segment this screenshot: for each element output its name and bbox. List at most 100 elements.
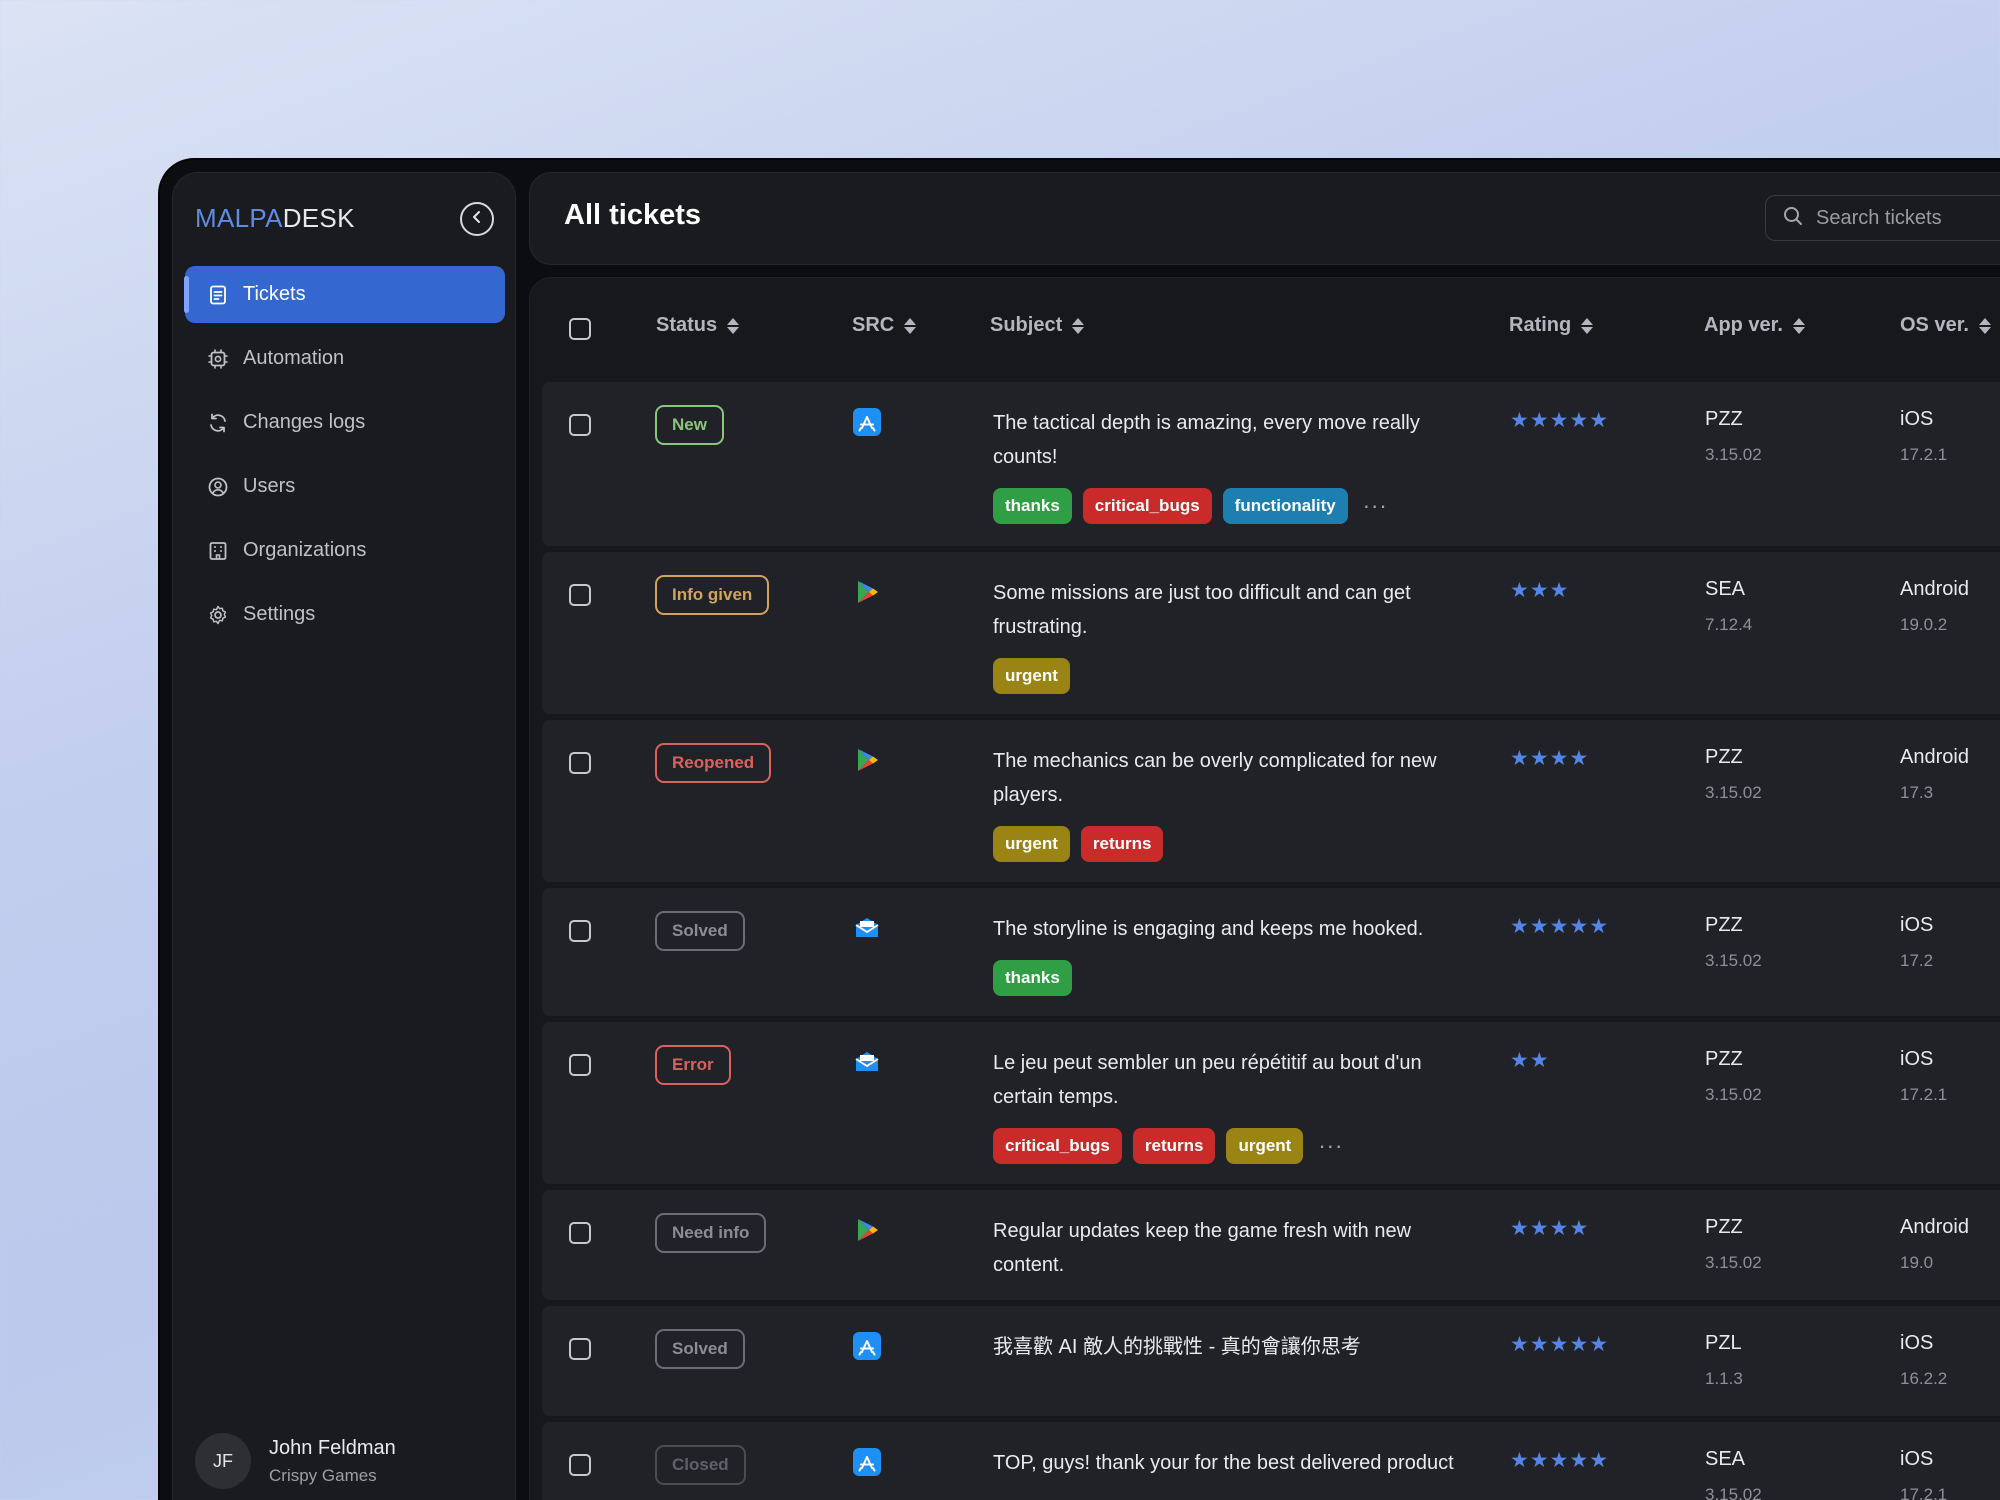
sidebar-item-label: Automation — [243, 347, 345, 369]
refresh-icon — [207, 412, 229, 434]
star-rating: ★★★★★ — [1510, 1333, 1610, 1356]
google-play-icon — [853, 578, 881, 606]
ticket-subject: Regular updates keep the game fresh with… — [993, 1220, 1412, 1276]
tag[interactable]: functionality — [1222, 488, 1348, 524]
search-icon — [1782, 205, 1804, 232]
tag-list: thanks critical_bugs functionality ··· — [993, 488, 1388, 524]
gear-icon — [207, 604, 229, 626]
sidebar-item-settings[interactable]: Settings — [185, 586, 505, 643]
app-store-icon — [853, 1448, 881, 1476]
user-organization: Crispy Games — [269, 1465, 377, 1485]
table-row[interactable]: Solved 我喜歡 AI 敵人的挑戰性 - 真的會讓你思考 ★★★★★ PZL… — [542, 1306, 2000, 1416]
column-header-app-version[interactable]: App ver. — [1704, 314, 1805, 337]
star-rating: ★★★★★ — [1510, 915, 1610, 938]
column-header-subject[interactable]: Subject — [990, 314, 1085, 337]
os-version: iOS 16.2.2 — [1900, 1332, 1948, 1388]
collapse-sidebar-button[interactable] — [460, 202, 494, 236]
row-checkbox[interactable] — [569, 414, 591, 436]
ticket-subject: TOP, guys! thank your for the best deliv… — [993, 1452, 1454, 1474]
sort-icon — [904, 317, 917, 334]
sidebar-item-organizations[interactable]: Organizations — [185, 522, 505, 579]
tag[interactable]: urgent — [993, 826, 1070, 862]
google-play-icon — [853, 1216, 881, 1244]
status-badge: Need info — [655, 1213, 767, 1253]
tag[interactable]: critical_bugs — [1082, 488, 1212, 524]
ticket-subject: The tactical depth is amazing, every mov… — [993, 412, 1420, 468]
avatar: JF — [195, 1433, 251, 1489]
row-checkbox[interactable] — [569, 1338, 591, 1360]
sidebar-item-label: Tickets — [243, 283, 306, 305]
app-version: PZL 1.1.3 — [1705, 1332, 1743, 1388]
column-header-status[interactable]: Status — [656, 314, 740, 337]
more-tags-icon[interactable]: ··· — [1363, 493, 1388, 519]
ticket-icon — [207, 284, 229, 306]
app-version: PZZ 3.15.02 — [1705, 746, 1762, 802]
sidebar-item-tickets[interactable]: Tickets — [184, 266, 505, 323]
app-version: PZZ 3.15.02 — [1705, 1048, 1762, 1104]
search-input[interactable] — [1816, 206, 2000, 230]
star-rating: ★★★★ — [1510, 747, 1590, 770]
row-checkbox[interactable] — [569, 1054, 591, 1076]
sort-icon — [1978, 317, 1991, 334]
table-row[interactable]: Reopened The mechanics can be overly com… — [542, 720, 2000, 882]
sort-icon — [1792, 317, 1805, 334]
status-badge: Closed — [655, 1445, 746, 1485]
table-row[interactable]: Info given Some missions are just too di… — [542, 552, 2000, 714]
status-badge: Reopened — [655, 743, 772, 783]
tag[interactable]: urgent — [993, 658, 1070, 694]
table-row[interactable]: Need info Regular updates keep the game … — [542, 1190, 2000, 1300]
ticket-subject: Some missions are just too difficult and… — [993, 582, 1411, 638]
tag-list: urgent — [993, 658, 1081, 694]
column-header-src[interactable]: SRC — [852, 314, 917, 337]
tag[interactable]: returns — [1132, 1128, 1216, 1164]
tag[interactable]: critical_bugs — [993, 1128, 1122, 1164]
os-version: Android 19.0 — [1900, 1216, 1969, 1272]
tag[interactable]: returns — [1080, 826, 1164, 862]
sort-icon — [727, 317, 740, 334]
sidebar: MALPADESK Tickets Automation Changes log… — [172, 172, 516, 1500]
row-checkbox[interactable] — [569, 752, 591, 774]
sidebar-item-label: Users — [243, 475, 296, 497]
sidebar-item-changes-logs[interactable]: Changes logs — [185, 394, 505, 451]
select-all-checkbox[interactable] — [569, 318, 591, 340]
ticket-subject: Le jeu peut sembler un peu répétitif au … — [993, 1052, 1422, 1108]
building-icon — [207, 540, 229, 562]
row-checkbox[interactable] — [569, 584, 591, 606]
sort-icon — [1072, 317, 1085, 334]
app-store-icon — [853, 1332, 881, 1360]
star-rating: ★★ — [1510, 1049, 1550, 1072]
row-checkbox[interactable] — [569, 1222, 591, 1244]
status-badge: Solved — [655, 1329, 745, 1369]
sidebar-item-label: Organizations — [243, 539, 367, 561]
email-icon — [853, 1048, 881, 1076]
tag[interactable]: thanks — [993, 960, 1072, 996]
row-checkbox[interactable] — [569, 1454, 591, 1476]
app-version: SEA 7.12.4 — [1705, 578, 1753, 634]
user-profile[interactable]: JF John Feldman Crispy Games — [195, 1433, 396, 1489]
os-version: Android 17.3 — [1900, 746, 1969, 802]
column-header-os-version[interactable]: OS ver. — [1900, 314, 1991, 337]
os-version: iOS 17.2 — [1900, 914, 1934, 970]
table-row[interactable]: Solved The storyline is engaging and kee… — [542, 888, 2000, 1016]
tag-list: thanks — [993, 960, 1083, 996]
app-version: PZZ 3.15.02 — [1705, 408, 1762, 464]
row-checkbox[interactable] — [569, 920, 591, 942]
table-row[interactable]: Error Le jeu peut sembler un peu répétit… — [542, 1022, 2000, 1184]
search-box[interactable] — [1765, 195, 2000, 241]
status-badge: New — [655, 405, 724, 445]
table-row[interactable]: New The tactical depth is amazing, every… — [542, 382, 2000, 546]
column-header-rating[interactable]: Rating — [1509, 314, 1594, 337]
tag[interactable]: thanks — [993, 488, 1072, 524]
os-version: Android 19.0.2 — [1900, 578, 1969, 634]
google-play-icon — [853, 746, 881, 774]
status-badge: Solved — [655, 911, 745, 951]
tickets-table: Status SRC Subject Rating App ver. OS ve… — [529, 277, 2000, 1500]
table-header: Status SRC Subject Rating App ver. OS ve… — [530, 278, 2000, 378]
sort-icon — [1581, 317, 1594, 334]
sidebar-item-users[interactable]: Users — [185, 458, 505, 515]
app-store-icon — [853, 408, 881, 436]
tag[interactable]: urgent — [1226, 1128, 1304, 1164]
table-row[interactable]: Closed TOP, guys! thank your for the bes… — [542, 1422, 2000, 1500]
more-tags-icon[interactable]: ··· — [1318, 1133, 1343, 1159]
sidebar-item-automation[interactable]: Automation — [185, 330, 505, 387]
